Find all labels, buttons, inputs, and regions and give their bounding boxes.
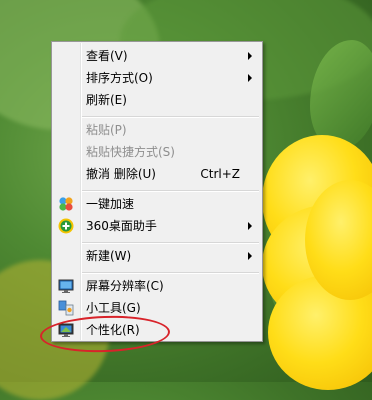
submenu-arrow-icon [248,52,252,60]
menu-item-screen-resolution[interactable]: 屏幕分辨率(C) [54,275,260,297]
menu-item-gadgets[interactable]: 小工具(G) [54,297,260,319]
screen-resolution-icon [58,279,74,293]
menu-item-new[interactable]: 新建(W) [54,245,260,267]
speedup-icon [59,197,73,211]
menu-separator [82,116,259,118]
menu-item-label: 刷新(E) [86,93,127,107]
menu-item-label: 排序方式(O) [86,71,153,85]
gadgets-icon [58,300,74,316]
menu-item-refresh[interactable]: 刷新(E) [54,89,260,111]
menu-item-paste-shortcut: 粘贴快捷方式(S) [54,141,260,163]
menu-item-shortcut: Ctrl+Z [200,167,240,181]
submenu-arrow-icon [248,222,252,230]
menu-item-label: 一键加速 [86,197,135,211]
menu-item-label: 粘贴快捷方式(S) [86,145,175,159]
submenu-arrow-icon [248,252,252,260]
menu-item-undo-delete[interactable]: 撤消 删除(U) Ctrl+Z [54,163,260,185]
menu-item-sort-by[interactable]: 排序方式(O) [54,67,260,89]
submenu-arrow-icon [248,74,252,82]
menu-separator [82,242,259,244]
menu-item-label: 屏幕分辨率(C) [86,279,164,293]
menu-separator [82,190,259,192]
desktop-context-menu: 查看(V) 排序方式(O) 刷新(E) 粘贴(P) 粘贴快捷方式(S) 撤消 删… [51,41,263,342]
menu-item-paste: 粘贴(P) [54,119,260,141]
menu-item-label: 查看(V) [86,49,128,63]
menu-separator [82,272,259,274]
menu-item-label: 粘贴(P) [86,123,127,137]
menu-item-view[interactable]: 查看(V) [54,45,260,67]
menu-item-label: 撤消 删除(U) [86,167,156,181]
menu-item-speedup[interactable]: 一键加速 [54,193,260,215]
menu-item-label: 新建(W) [86,249,132,263]
360-assistant-icon [58,218,74,234]
menu-item-360-desktop-assistant[interactable]: 360桌面助手 [54,215,260,237]
menu-item-label: 360桌面助手 [86,219,157,233]
